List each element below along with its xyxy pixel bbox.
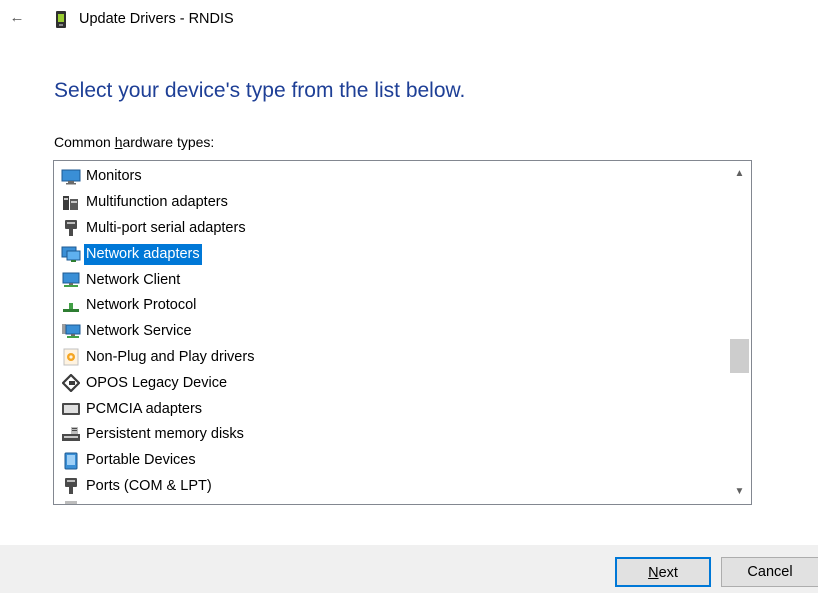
list-item-opos-legacy-device[interactable]: OPOS Legacy Device — [54, 370, 727, 396]
list-item-label: Network Client — [86, 271, 181, 288]
memory-disk-icon — [61, 426, 81, 444]
list-item-label: Non-Plug and Play drivers — [86, 348, 255, 365]
serial-port-icon — [61, 219, 81, 237]
multifunction-adapter-icon — [61, 194, 81, 212]
partial-item-icon — [61, 499, 81, 504]
list-item-network-protocol[interactable]: Network Protocol — [54, 293, 727, 319]
page-heading: Select your device's type from the list … — [54, 79, 466, 102]
list-item-label: Network Protocol — [86, 297, 197, 314]
list-scrollbar[interactable]: ▲ ▼ — [728, 161, 751, 504]
list-item-non-plug-and-play-drivers[interactable]: Non-Plug and Play drivers — [54, 345, 727, 371]
driver-device-icon — [56, 11, 66, 28]
list-item-label: Ports (COM & LPT) — [86, 477, 212, 494]
list-item-label: Multifunction adapters — [86, 194, 228, 211]
hardware-types-items: Monitors Multifunction adapters Multi-po… — [54, 164, 727, 504]
non-pnp-driver-icon — [61, 348, 81, 366]
update-drivers-window: ← Update Drivers - RNDIS Select your dev… — [0, 0, 818, 593]
list-item-network-adapters[interactable]: Network adapters — [54, 241, 727, 267]
list-item-monitors[interactable]: Monitors — [54, 164, 727, 190]
network-adapter-icon — [61, 245, 81, 263]
list-item-pcmcia-adapters[interactable]: PCMCIA adapters — [54, 396, 727, 422]
list-item-network-service[interactable]: Network Service — [54, 319, 727, 345]
next-button[interactable]: Next — [615, 557, 711, 587]
list-item-label: Monitors — [86, 168, 142, 185]
window-title: Update Drivers - RNDIS — [79, 11, 234, 27]
portable-device-icon — [61, 452, 81, 470]
list-item-persistent-memory-disks[interactable]: Persistent memory disks — [54, 422, 727, 448]
chevron-down-icon[interactable]: ▼ — [728, 482, 751, 502]
network-service-icon — [61, 323, 81, 341]
list-item-multi-port-serial-adapters[interactable]: Multi-port serial adapters — [54, 216, 727, 242]
port-icon — [61, 477, 81, 495]
monitor-icon — [61, 168, 81, 186]
list-item-multifunction-adapters[interactable]: Multifunction adapters — [54, 190, 727, 216]
arrow-left-icon[interactable]: ← — [8, 9, 26, 27]
list-item-portable-devices[interactable]: Portable Devices — [54, 448, 727, 474]
list-item-label: PCMCIA adapters — [86, 400, 203, 417]
list-item-label: OPOS Legacy Device — [86, 374, 228, 391]
scrollbar-thumb[interactable] — [730, 339, 749, 373]
list-item-label: Network Service — [86, 323, 192, 340]
network-client-icon — [61, 271, 81, 289]
list-item-partial — [54, 499, 727, 504]
opos-device-icon — [61, 374, 81, 393]
cancel-button[interactable]: Cancel — [721, 557, 818, 587]
pcmcia-adapter-icon — [61, 400, 81, 418]
list-item-label: Persistent memory disks — [86, 426, 244, 443]
button-bar: Next Cancel — [0, 545, 818, 593]
list-item-label: Portable Devices — [86, 452, 196, 469]
list-item-label: Multi-port serial adapters — [86, 219, 246, 236]
list-item-label: Network adapters — [84, 243, 202, 265]
hardware-types-list[interactable]: Monitors Multifunction adapters Multi-po… — [53, 160, 752, 505]
list-item-ports-com-lpt[interactable]: Ports (COM & LPT) — [54, 474, 727, 500]
network-protocol-icon — [61, 297, 81, 315]
chevron-up-icon[interactable]: ▲ — [728, 164, 751, 184]
hardware-types-label: Common hardware types: — [54, 134, 215, 150]
list-item-network-client[interactable]: Network Client — [54, 267, 727, 293]
title-bar: ← Update Drivers - RNDIS — [0, 0, 818, 40]
